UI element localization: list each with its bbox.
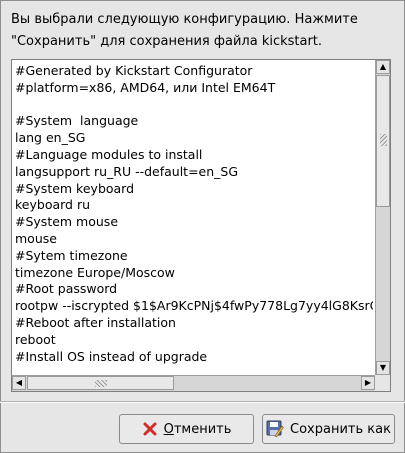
- scroll-left-button[interactable]: ◀: [12, 376, 26, 390]
- scroll-up-button[interactable]: ▲: [376, 60, 390, 74]
- grip-icon: [95, 380, 107, 387]
- vertical-scroll-thumb[interactable]: [376, 75, 390, 207]
- button-separator: [0, 401, 405, 403]
- config-line: #Language modules to install: [15, 146, 203, 162]
- config-line: lang en_SG: [15, 130, 86, 146]
- config-line: langsupport ru_RU --default=en_SG: [15, 163, 239, 179]
- config-line: #platform=x86, AMD64, или Intel EM64T: [15, 79, 276, 95]
- config-line: #Sytem timezone: [15, 247, 128, 263]
- config-line: #Install OS instead of upgrade: [15, 348, 208, 364]
- config-line: #Generated by Kickstart Configurator: [15, 63, 253, 78]
- config-line: #System mouse: [15, 214, 119, 230]
- config-line: #System language: [15, 113, 139, 129]
- cancel-button-label: Отменить: [163, 421, 232, 437]
- horizontal-scrollbar[interactable]: ◀ ▶: [12, 375, 375, 391]
- scroll-right-button[interactable]: ▶: [361, 376, 375, 390]
- config-line: [15, 97, 373, 114]
- config-line: rootpw --iscrypted $1$Ar9KcPNj$4fwPy778L…: [15, 298, 373, 314]
- grip-icon: [380, 134, 387, 146]
- config-line: mouse: [15, 230, 57, 246]
- kickstart-config-text-view[interactable]: #Generated by Kickstart Configurator #pla…: [11, 59, 391, 392]
- save-as-button[interactable]: Сохранить как: [262, 414, 395, 444]
- horizontal-scroll-thumb[interactable]: [27, 376, 174, 390]
- config-line: #Root password: [15, 281, 118, 297]
- scrollbar-corner: [375, 375, 390, 391]
- save-as-button-label: Сохранить как: [290, 421, 391, 437]
- config-line: #Reboot after installation: [15, 314, 176, 330]
- config-line: timezone Europe/Moscow: [15, 264, 175, 280]
- cancel-button[interactable]: Отменить: [119, 414, 254, 444]
- vertical-scrollbar[interactable]: ▲ ▼: [375, 60, 390, 375]
- config-line: keyboard ru: [15, 197, 91, 213]
- config-line: #System keyboard: [15, 180, 135, 196]
- scroll-down-button[interactable]: ▼: [376, 361, 390, 375]
- cancel-x-icon: [142, 421, 158, 437]
- config-text-content[interactable]: #Generated by Kickstart Configurator #pla…: [15, 63, 373, 373]
- instruction-text: Вы выбрали следующую конфигурацию. Нажми…: [11, 12, 358, 49]
- config-line: reboot: [15, 331, 56, 347]
- save-as-icon: [266, 420, 284, 438]
